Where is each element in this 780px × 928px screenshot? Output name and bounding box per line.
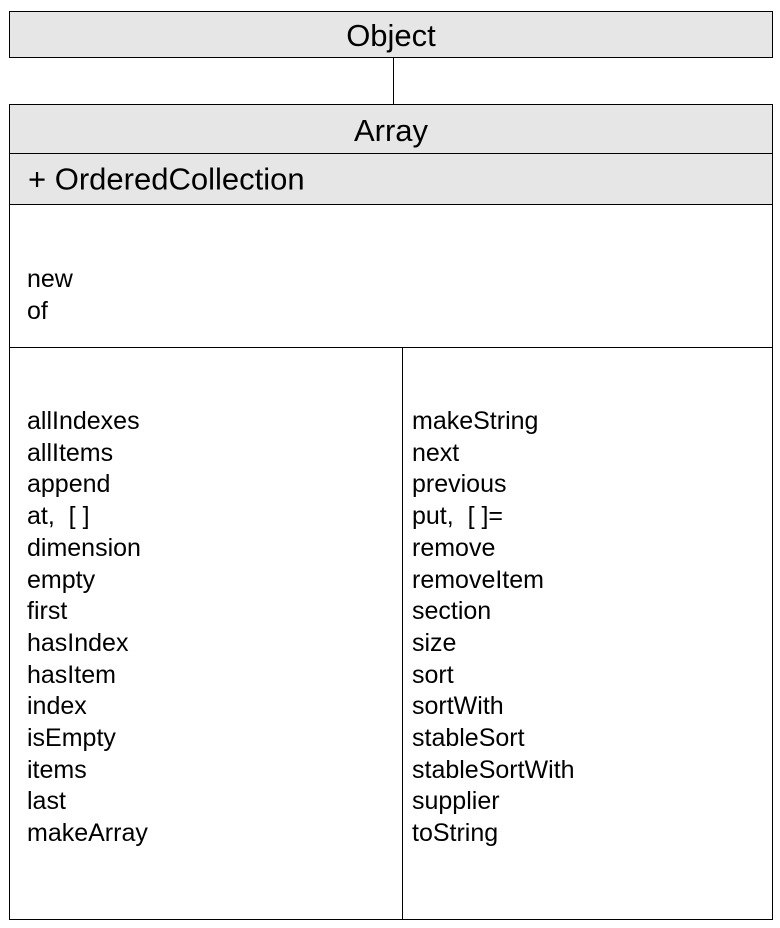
class-methods-list: new of bbox=[27, 264, 73, 327]
inherited-class-row: + OrderedCollection bbox=[9, 153, 773, 205]
instance-method-item: hasIndex bbox=[27, 628, 129, 657]
instance-method-item: makeArray bbox=[27, 819, 148, 848]
instance-method-item: section bbox=[412, 597, 492, 626]
instance-method-item: isEmpty bbox=[27, 724, 116, 753]
instance-method-item: remove bbox=[412, 533, 496, 562]
instance-method-item: previous bbox=[412, 470, 507, 499]
instance-method-item: stableSort bbox=[412, 724, 525, 753]
instance-method-item: sort bbox=[412, 660, 454, 689]
parent-class-box: Object bbox=[9, 11, 773, 58]
instance-method-item: items bbox=[27, 755, 87, 784]
instance-methods-right-column: makeString next previous put, [ ]= remove rem… bbox=[412, 406, 575, 850]
instance-method-item: removeItem bbox=[412, 565, 544, 594]
class-name: Array bbox=[353, 113, 429, 148]
instance-methods-compartment: allIndexes allItems append at, [ ] dimension… bbox=[9, 347, 773, 920]
instance-method-item: allIndexes bbox=[27, 407, 140, 435]
class-method-item: of bbox=[27, 296, 48, 325]
instance-method-item: size bbox=[412, 628, 457, 657]
instance-method-item: first bbox=[27, 597, 68, 626]
inheritance-connector bbox=[393, 58, 394, 104]
instance-method-item: append bbox=[27, 470, 111, 499]
class-methods-compartment: new of bbox=[9, 204, 773, 348]
instance-method-item: at, [ ] bbox=[27, 502, 90, 531]
instance-method-item: dimension bbox=[27, 533, 141, 562]
parent-class-name: Object bbox=[346, 18, 436, 53]
instance-method-item: hasItem bbox=[27, 660, 116, 689]
instance-method-item: makeString bbox=[412, 407, 539, 435]
instance-methods-left-column: allIndexes allItems append at, [ ] dimension… bbox=[27, 406, 148, 850]
inherited-class-label: + OrderedCollection bbox=[28, 161, 305, 197]
class-name-box: Array bbox=[9, 104, 773, 154]
instance-method-item: next bbox=[412, 438, 460, 467]
instance-method-item: toString bbox=[412, 819, 499, 848]
class-method-item: new bbox=[27, 265, 73, 293]
instance-method-item: sortWith bbox=[412, 692, 504, 721]
instance-method-item: empty bbox=[27, 565, 96, 594]
instance-method-item: last bbox=[27, 787, 66, 816]
instance-method-item: allItems bbox=[27, 438, 114, 467]
column-divider bbox=[402, 348, 403, 919]
instance-method-item: put, [ ]= bbox=[412, 502, 504, 531]
instance-method-item: index bbox=[27, 692, 87, 721]
instance-method-item: supplier bbox=[412, 787, 500, 816]
instance-method-item: stableSortWith bbox=[412, 755, 575, 784]
